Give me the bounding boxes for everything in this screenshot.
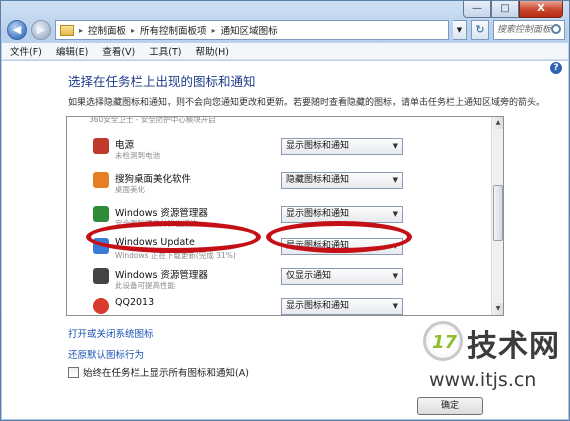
watermark-logo: 17 [423, 321, 463, 361]
maximize-button[interactable]: □ [491, 1, 519, 18]
list-item-name: QQ2013 [115, 297, 155, 308]
help-icon[interactable]: ? [550, 62, 562, 74]
search-input[interactable]: 搜索控制面板 [493, 20, 565, 40]
list-item: Windows 资源管理器 此设备可提高性能 仅显示通知 ▼ [67, 265, 491, 295]
dropdown-arrow-icon: ▼ [392, 272, 398, 280]
forward-button[interactable]: ▶ [31, 20, 51, 40]
usb-icon [93, 268, 109, 284]
list-item-partial: 360安全卫士 - 安全防护中心模块开启 [89, 116, 216, 124]
list-item-subtitle: 此设备可提高性能 [115, 281, 175, 290]
always-show-label: 始终在任务栏上显示所有图标和通知(A) [83, 368, 249, 379]
watermark-logo-number: 17 [432, 332, 458, 353]
back-button[interactable]: ◀ [7, 20, 27, 40]
annotation-circle-app [86, 221, 261, 253]
safely-remove-hardware-icon [93, 206, 109, 222]
behavior-value: 隐藏图标和通知 [286, 175, 350, 185]
behavior-dropdown[interactable]: 隐藏图标和通知 ▼ [281, 172, 403, 189]
behavior-dropdown[interactable]: 仅显示通知 ▼ [281, 268, 403, 285]
restore-defaults-link[interactable]: 还原默认图标行为 [68, 347, 144, 361]
dropdown-arrow-icon: ▼ [392, 176, 398, 184]
behavior-value: 显示图标和通知 [286, 301, 350, 311]
page-description: 如果选择隐藏图标和通知，则不会向您通知更改和更新。若要随时查看隐藏的图标，请单击… [68, 98, 546, 108]
list-scrollbar[interactable]: ▲ ▼ [491, 117, 503, 315]
icon-list: 360安全卫士 - 安全防护中心模块开启 电源 未检测到电池 显示图标和通知 ▼ … [66, 116, 504, 316]
dropdown-arrow-icon: ▼ [392, 210, 398, 218]
address-dropdown-icon[interactable]: ▼ [453, 20, 467, 40]
scroll-thumb[interactable] [493, 185, 503, 241]
behavior-value: 仅显示通知 [286, 271, 332, 281]
breadcrumb-notification-icons[interactable]: 通知区域图标 [221, 23, 278, 37]
address-bar[interactable]: ▸ 控制面板 ▸ 所有控制面板项 ▸ 通知区域图标 [55, 20, 449, 40]
minimize-button[interactable]: — [463, 1, 491, 18]
breadcrumb-separator: ▸ [211, 25, 216, 35]
list-item: 电源 未检测到电池 显示图标和通知 ▼ [67, 135, 491, 165]
address-row: ◀ ▶ ▸ 控制面板 ▸ 所有控制面板项 ▸ 通知区域图标 ▼ ↻ 搜索控制面板 [7, 19, 565, 41]
power-icon [93, 138, 109, 154]
list-item: 搜狗桌面美化软件 桌面美化 隐藏图标和通知 ▼ [67, 169, 491, 199]
breadcrumb-separator: ▸ [131, 25, 136, 35]
list-item-name: Windows 资源管理器 [115, 208, 208, 219]
list-item-subtitle: 桌面美化 [115, 185, 145, 194]
search-icon[interactable] [551, 24, 561, 34]
scroll-down-icon[interactable]: ▼ [492, 303, 503, 315]
behavior-dropdown[interactable]: 显示图标和通知 ▼ [281, 138, 403, 155]
control-panel-icon [60, 24, 74, 36]
breadcrumb-separator: ▸ [79, 25, 84, 35]
list-item-subtitle: 未检测到电池 [115, 151, 160, 160]
menu-tools[interactable]: 工具(T) [149, 44, 181, 58]
system-icons-link[interactable]: 打开或关闭系统图标 [68, 326, 154, 340]
menu-file[interactable]: 文件(F) [10, 44, 42, 58]
breadcrumb-all-items[interactable]: 所有控制面板项 [140, 23, 207, 37]
breadcrumb-control-panel[interactable]: 控制面板 [88, 23, 126, 37]
annotation-circle-behavior [266, 221, 412, 253]
qq-icon [93, 298, 109, 314]
dropdown-arrow-icon: ▼ [392, 302, 398, 310]
caption-buttons: — □ X [463, 1, 563, 18]
sogou-icon [93, 172, 109, 188]
page-title: 选择在任务栏上出现的图标和通知 [68, 74, 256, 89]
always-show-option: 始终在任务栏上显示所有图标和通知(A) [68, 365, 249, 379]
menu-view[interactable]: 查看(V) [102, 44, 135, 58]
behavior-value: 显示图标和通知 [286, 209, 350, 219]
list-item: QQ2013 显示图标和通知 ▼ [67, 295, 491, 315]
behavior-value: 显示图标和通知 [286, 141, 350, 151]
close-button[interactable]: X [519, 1, 563, 18]
list-item-name: 搜狗桌面美化软件 [115, 174, 192, 185]
window-frame: — □ X ◀ ▶ ▸ 控制面板 ▸ 所有控制面板项 ▸ 通知区域图标 ▼ ↻ … [0, 0, 570, 421]
menu-help[interactable]: 帮助(H) [195, 44, 229, 58]
menu-edit[interactable]: 编辑(E) [56, 44, 88, 58]
search-placeholder: 搜索控制面板 [497, 25, 552, 35]
list-item-name: Windows 资源管理器 [115, 270, 208, 281]
watermark-name: 技术网 [467, 329, 560, 364]
refresh-icon[interactable]: ↻ [471, 20, 489, 40]
list-item-name: 电源 [115, 140, 135, 151]
always-show-checkbox[interactable] [68, 366, 79, 378]
menu-bar: 文件(F) 编辑(E) 查看(V) 工具(T) 帮助(H) [2, 43, 568, 60]
behavior-dropdown[interactable]: 显示图标和通知 ▼ [281, 298, 403, 315]
scroll-up-icon[interactable]: ▲ [492, 117, 503, 129]
dropdown-arrow-icon: ▼ [392, 142, 398, 150]
watermark: 17 技术网 www.itjs.cn [421, 319, 570, 419]
watermark-url: www.itjs.cn [429, 369, 537, 391]
